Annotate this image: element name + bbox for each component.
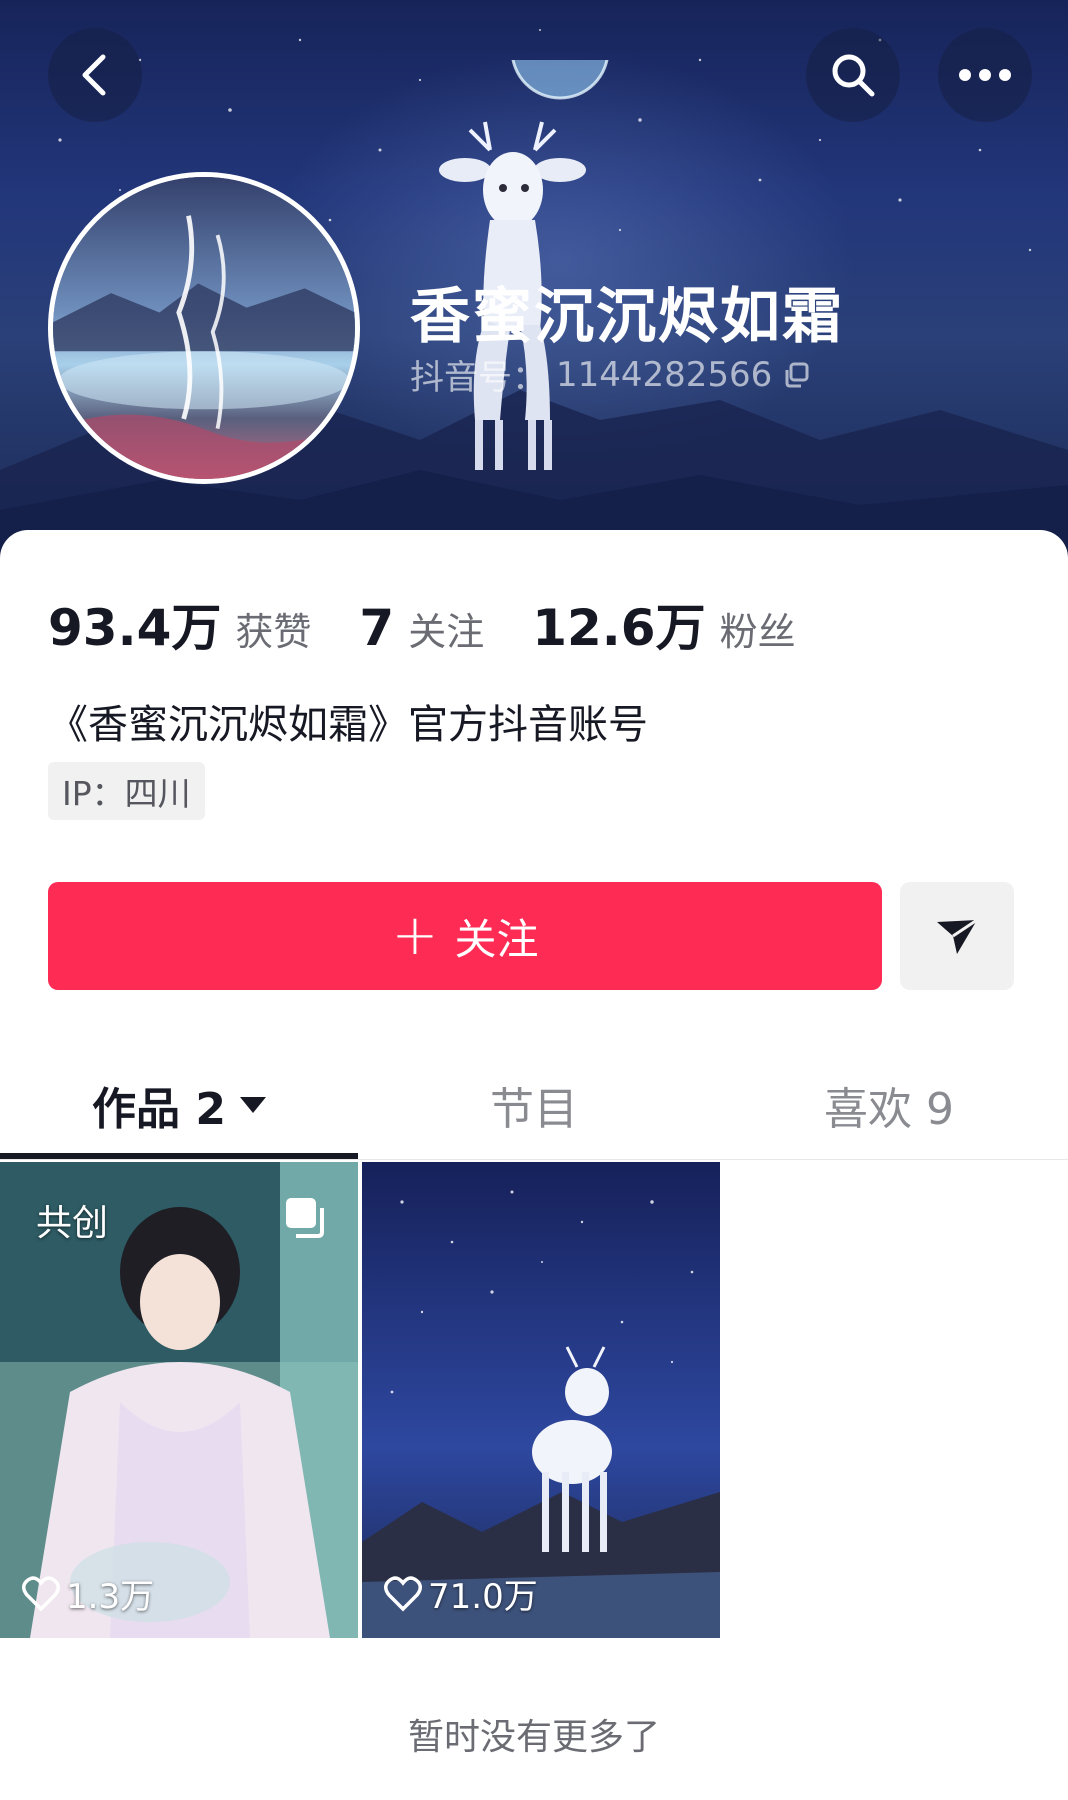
follow-button-label: 关注: [454, 914, 539, 964]
video-grid: 共创 1.3万 71.0万: [0, 1162, 720, 1638]
back-button[interactable]: [48, 28, 142, 122]
video-thumbnail[interactable]: 共创 1.3万: [0, 1162, 358, 1638]
profile-stats: 93.4万 获赞 7 关注 12.6万 粉丝: [48, 588, 796, 660]
tab-shows-label: 节目: [490, 1084, 578, 1135]
tab-shows[interactable]: 节目: [358, 1050, 710, 1160]
stat-followers-label: 粉丝: [719, 610, 796, 654]
copy-icon[interactable]: [782, 361, 810, 389]
profile-sheet: 93.4万 获赞 7 关注 12.6万 粉丝 《香蜜沉沉烬如霜》官方抖音账号 I…: [0, 530, 1068, 1800]
profile-banner: 香蜜沉沉烬如霜 抖音号： 1144282566: [0, 0, 1068, 560]
video-likes-count: 1.3万: [66, 1577, 155, 1617]
video-likes-count: 71.0万: [428, 1577, 538, 1617]
ip-location-tag: IP：四川: [48, 762, 205, 820]
video-likes: 71.0万: [384, 1569, 538, 1618]
heart-icon: [384, 1575, 422, 1611]
send-message-button[interactable]: [900, 882, 1014, 990]
follow-button[interactable]: + 关注: [48, 882, 882, 990]
stat-likes-value: 93.4万: [48, 599, 222, 657]
stat-likes-label: 获赞: [235, 610, 312, 654]
tab-works[interactable]: 作品 2: [0, 1050, 358, 1160]
no-more-content-text: 暂时没有更多了: [407, 1717, 660, 1758]
video-likes: 1.3万: [22, 1569, 154, 1618]
profile-bio: 《香蜜沉沉烬如霜》官方抖音账号: [48, 702, 648, 748]
active-tab-indicator: [0, 1153, 358, 1159]
video-cover-image: [362, 1162, 720, 1638]
stat-followers-value: 12.6万: [532, 599, 706, 657]
video-thumbnail[interactable]: 71.0万: [362, 1162, 720, 1638]
avatar-artwork: [53, 177, 355, 479]
tab-likes[interactable]: 喜欢 9: [710, 1050, 1068, 1160]
stat-likes[interactable]: 93.4万 获赞: [48, 588, 311, 660]
send-icon: [937, 918, 978, 954]
stat-following-value: 7: [359, 599, 395, 657]
co-creation-badge: 共创: [36, 1203, 109, 1244]
multi-post-icon: [286, 1198, 324, 1238]
douyin-id-label: 抖音号：: [410, 358, 546, 398]
avatar[interactable]: [48, 172, 360, 484]
tab-works-label: 作品 2: [92, 1084, 226, 1135]
chevron-left-icon: [82, 54, 106, 96]
caret-down-icon[interactable]: [239, 1097, 266, 1113]
douyin-id-value: 1144282566: [556, 354, 773, 395]
stat-following[interactable]: 7 关注: [359, 599, 484, 657]
douyin-id-row[interactable]: 抖音号： 1144282566: [410, 350, 810, 399]
search-icon: [832, 54, 875, 97]
stat-followers[interactable]: 12.6万 粉丝: [532, 588, 795, 660]
plus-icon: +: [391, 903, 439, 968]
more-options-button[interactable]: [938, 28, 1032, 122]
heart-icon: [22, 1575, 60, 1611]
content-tabs: 作品 2 节目 喜欢 9: [0, 1050, 1068, 1160]
profile-name: 香蜜沉沉烬如霜: [410, 282, 844, 352]
stat-following-label: 关注: [408, 610, 485, 654]
tab-likes-label: 喜欢 9: [824, 1084, 954, 1135]
search-button[interactable]: [806, 28, 900, 122]
more-horizontal-icon: [959, 69, 1011, 81]
